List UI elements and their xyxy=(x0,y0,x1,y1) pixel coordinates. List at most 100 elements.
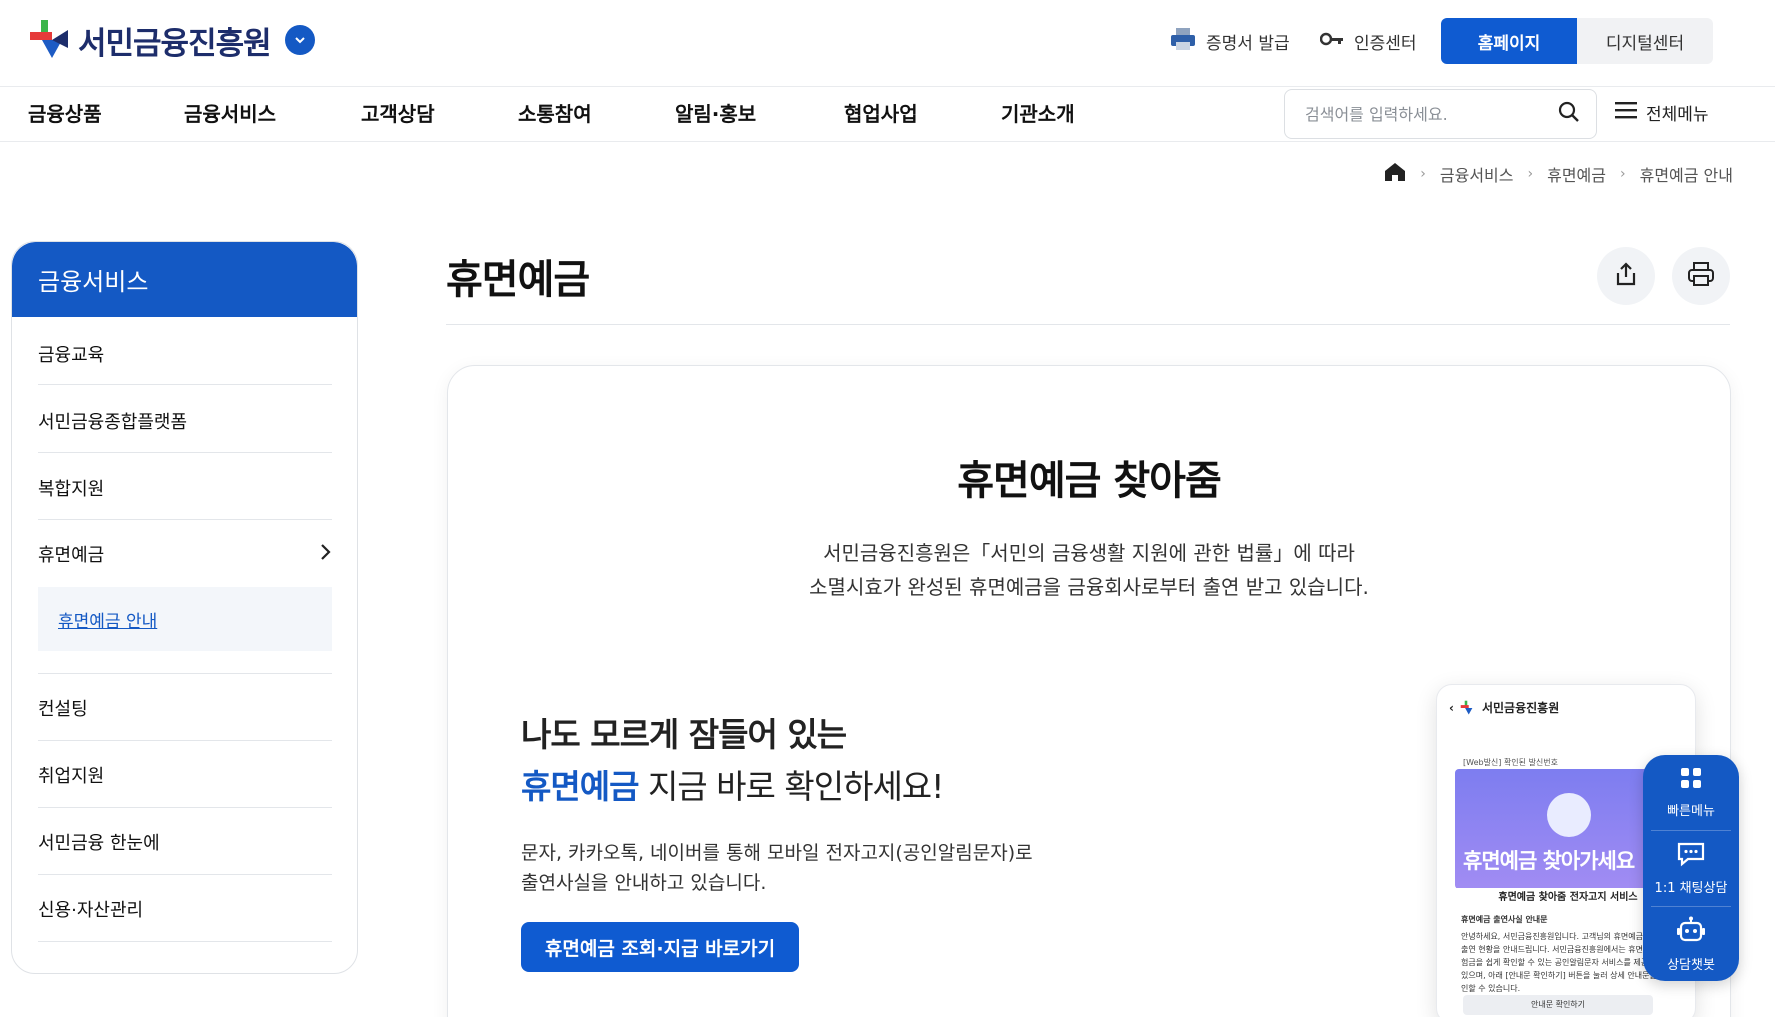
phone-app-header: ‹ 서민금융진흥원 xyxy=(1449,699,1559,716)
hero-description-line: 소멸시효가 완성된 휴면예금을 금융회사로부터 출연 받고 있습니다. xyxy=(809,575,1369,599)
quick-menu: 빠른메뉴 1:1 채팅상담 상담챗봇 xyxy=(1643,755,1739,981)
phone-notice-body: 안녕하세요, 서민금융진흥원입니다. 고객님의 휴면예금·보험금 출연 현황을 … xyxy=(1461,932,1668,992)
nav-divider-bottom xyxy=(0,141,1775,142)
promo-description-line: 문자, 카카오톡, 네이버를 통해 모바일 전자고지(공인알림문자)로 xyxy=(521,842,1033,864)
logo-text: 서민금융진흥원 xyxy=(78,25,272,62)
back-arrow-icon: ‹ xyxy=(1449,700,1454,715)
printer-icon xyxy=(1687,261,1715,291)
nav-item-customer-support[interactable]: 고객상담 xyxy=(361,98,435,127)
share-button[interactable] xyxy=(1597,247,1655,305)
share-icon xyxy=(1613,261,1639,291)
quick-menu-button[interactable]: 빠른메뉴 xyxy=(1643,755,1739,830)
title-divider xyxy=(446,324,1730,325)
sidebar-item-overview[interactable]: 서민금융 한눈에 xyxy=(38,829,332,855)
chatbot-button[interactable]: 상담챗봇 xyxy=(1643,907,1739,981)
promo-highlight: 휴면예금 xyxy=(521,767,639,806)
key-icon xyxy=(1319,31,1344,51)
promo-rest: 지금 바로 확인하세요! xyxy=(638,767,944,806)
breadcrumb-separator-icon: › xyxy=(1527,166,1534,182)
sidebar-item-platform[interactable]: 서민금융종합플랫폼 xyxy=(38,408,332,434)
logo-mark-icon xyxy=(1460,700,1473,715)
sidebar-divider xyxy=(38,941,332,942)
logo-mark-icon xyxy=(28,18,72,62)
nav-item-notice-pr[interactable]: 알림·홍보 xyxy=(675,98,756,127)
sidebar-item-financial-education[interactable]: 금융교육 xyxy=(38,341,332,367)
sidebar-item-label: 서민금융종합플랫폼 xyxy=(38,412,188,433)
sidebar-item-label: 복합지원 xyxy=(38,479,105,500)
promo-subheadline: 휴면예금 지금 바로 확인하세요! xyxy=(521,760,944,808)
printer-icon xyxy=(1170,27,1196,56)
breadcrumb-separator-icon: › xyxy=(1420,166,1426,182)
sidebar-divider xyxy=(38,740,332,741)
phone-app-title: 서민금융진흥원 xyxy=(1481,701,1560,715)
sidebar-item-label: 금융교육 xyxy=(38,345,105,366)
breadcrumb-item[interactable]: 휴면예금 xyxy=(1547,162,1606,186)
home-icon[interactable] xyxy=(1384,162,1406,186)
chat-consult-label: 1:1 채팅상담 xyxy=(1654,881,1728,896)
breadcrumb-separator-icon: › xyxy=(1619,166,1626,182)
certificate-label: 증명서 발급 xyxy=(1206,33,1290,54)
page-title: 휴면예금 xyxy=(446,257,590,303)
sidebar-item-dormant-deposit[interactable]: 휴면예금 xyxy=(38,541,332,567)
sidebar-item-label: 휴면예금 xyxy=(38,545,105,566)
all-menu-button[interactable]: 전체메뉴 xyxy=(1614,100,1709,125)
sidebar-item-label: 컨설팅 xyxy=(38,699,88,720)
sidebar: 금융서비스 금융교육 서민금융종합플랫폼 복합지원 휴면예금 휴면예금 안내 컨… xyxy=(11,241,358,974)
chat-icon xyxy=(1676,841,1706,871)
search-input[interactable] xyxy=(1305,104,1558,124)
promo-description-line: 출연사실을 안내하고 있습니다. xyxy=(521,872,767,894)
promo-headline: 나도 모르게 잠들어 있는 xyxy=(521,715,847,754)
sidebar-item-label: 서민금융 한눈에 xyxy=(38,833,160,854)
print-button[interactable] xyxy=(1672,247,1730,305)
breadcrumb-item[interactable]: 금융서비스 xyxy=(1440,162,1514,186)
promo-description: 문자, 카카오톡, 네이버를 통해 모바일 전자고지(공인알림문자)로 출연사실… xyxy=(521,838,1033,898)
nav-item-cooperation[interactable]: 협업사업 xyxy=(844,98,918,127)
sidebar-item-credit-asset[interactable]: 신용·자산관리 xyxy=(38,896,332,922)
sidebar-item-employment[interactable]: 취업지원 xyxy=(38,762,332,788)
sidebar-divider xyxy=(38,807,332,808)
phone-notice-button: 안내문 확인하기 xyxy=(1463,995,1653,1015)
auth-center-link[interactable]: 인증센터 xyxy=(1319,24,1417,58)
nav-item-about[interactable]: 기관소개 xyxy=(1001,98,1075,127)
site-switcher: 홈페이지 디지털센터 xyxy=(1441,18,1713,64)
certificate-link[interactable]: 증명서 발급 xyxy=(1170,24,1290,58)
quick-menu-label: 빠른메뉴 xyxy=(1667,804,1715,819)
sidebar-divider xyxy=(38,452,332,453)
chatbot-label: 상담챗봇 xyxy=(1667,958,1715,973)
sidebar-divider xyxy=(38,519,332,520)
sidebar-item-complex-support[interactable]: 복합지원 xyxy=(38,475,332,501)
breadcrumb: › 금융서비스 › 휴면예금 › 휴면예금 안내 xyxy=(1384,162,1733,186)
hamburger-icon xyxy=(1614,100,1638,125)
phone-notice-title: 휴면예금 출연사실 안내문 xyxy=(1461,915,1548,924)
auth-center-label: 인증센터 xyxy=(1354,33,1417,54)
homepage-button[interactable]: 홈페이지 xyxy=(1441,18,1577,64)
digital-center-button[interactable]: 디지털센터 xyxy=(1577,18,1713,64)
nav-divider-top xyxy=(0,86,1775,87)
sidebar-divider xyxy=(38,673,332,674)
search-icon[interactable] xyxy=(1558,101,1580,127)
chevron-down-icon[interactable] xyxy=(284,25,315,55)
grid-icon xyxy=(1679,766,1703,794)
phone-sender-label: [Web발신] 확인된 발신번호 xyxy=(1463,758,1559,767)
sidebar-item-label: 신용·자산관리 xyxy=(38,900,144,921)
hero-description: 서민금융진흥원은「서민의 금융생활 지원에 관한 법률」에 따라 소멸시효가 완… xyxy=(447,536,1731,604)
phone-banner-title: 휴면예금 찾아가세요 xyxy=(1463,849,1635,873)
nav-item-financial-services[interactable]: 금융서비스 xyxy=(184,98,276,127)
sidebar-divider xyxy=(38,874,332,875)
sidebar-item-consulting[interactable]: 컨설팅 xyxy=(38,695,332,721)
mascot-icon xyxy=(1547,793,1591,837)
chat-consult-button[interactable]: 1:1 채팅상담 xyxy=(1643,831,1739,906)
sidebar-subitem-dormant-guide[interactable]: 휴면예금 안내 xyxy=(38,587,332,651)
dormant-inquiry-button[interactable]: 휴면예금 조회·지급 바로가기 xyxy=(521,922,799,972)
robot-icon xyxy=(1676,916,1706,948)
hero-description-line: 서민금융진흥원은「서민의 금융생활 지원에 관한 법률」에 따라 xyxy=(823,541,1355,565)
nav-item-financial-products[interactable]: 금융상품 xyxy=(28,98,102,127)
sidebar-item-label: 취업지원 xyxy=(38,766,105,787)
chevron-right-icon xyxy=(318,543,332,566)
sidebar-divider xyxy=(38,384,332,385)
sidebar-title: 금융서비스 xyxy=(12,242,357,317)
nav-item-communication[interactable]: 소통참여 xyxy=(518,98,592,127)
phone-notice: 휴면예금 출연사실 안내문 안녕하세요, 서민금융진흥원입니다. 고객님의 휴면… xyxy=(1461,913,1671,992)
site-logo[interactable]: 서민금융진흥원 xyxy=(28,14,315,66)
all-menu-label: 전체메뉴 xyxy=(1646,105,1709,125)
